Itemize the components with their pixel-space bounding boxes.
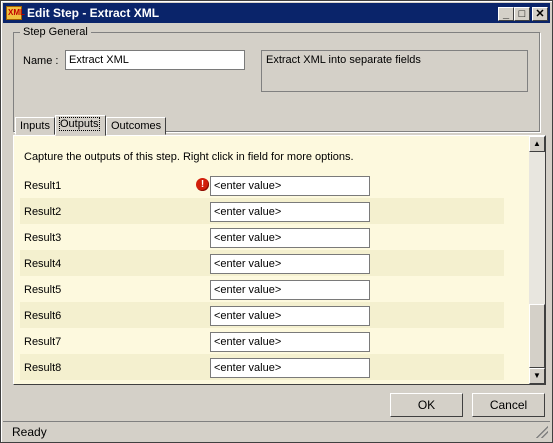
close-button[interactable]: ✕: [532, 7, 548, 21]
output-value-field[interactable]: <enter value>: [210, 254, 370, 274]
scroll-down-arrow-icon[interactable]: ▼: [529, 368, 545, 384]
output-row-partial: [20, 380, 504, 385]
output-value-field[interactable]: <enter value>: [210, 306, 370, 326]
output-value-field[interactable]: <enter value>: [210, 176, 370, 196]
step-general-legend: Step General: [20, 25, 91, 39]
output-row: Result8 <enter value>: [20, 354, 504, 380]
tab-inputs-label: Inputs: [20, 120, 50, 132]
window-title: Edit Step - Extract XML: [27, 6, 160, 20]
description-field[interactable]: Extract XML into separate fields: [261, 50, 528, 92]
xml-step-icon: XML: [6, 6, 25, 20]
outputs-panel: Capture the outputs of this step. Right …: [13, 135, 546, 385]
name-label: Name :: [23, 55, 59, 67]
edit-step-window: XML Edit Step - Extract XML _ □ ✕ Step G…: [0, 0, 553, 443]
output-row-label: Result5: [24, 284, 62, 296]
output-row-label: Result3: [24, 232, 62, 244]
app-icon-text: XML: [8, 8, 25, 17]
minimize-button[interactable]: _: [498, 7, 514, 21]
tab-outcomes-label: Outcomes: [111, 120, 162, 132]
outputs-content: Capture the outputs of this step. Right …: [14, 136, 529, 384]
output-value-field[interactable]: <enter value>: [210, 228, 370, 248]
resize-grip-icon[interactable]: [536, 426, 548, 438]
maximize-button[interactable]: □: [514, 7, 530, 21]
tab-outputs-label: Outputs: [59, 117, 100, 131]
ok-button[interactable]: OK: [390, 393, 463, 417]
output-row: Result1 ! <enter value>: [20, 172, 504, 198]
cancel-button[interactable]: Cancel: [472, 393, 545, 417]
warning-icon: !: [196, 178, 209, 191]
output-row: Result2 <enter value>: [20, 198, 504, 224]
status-bar: Ready: [3, 421, 550, 440]
scroll-thumb[interactable]: [529, 304, 545, 368]
output-row: Result6 <enter value>: [20, 302, 504, 328]
title-bar[interactable]: XML Edit Step - Extract XML _ □ ✕: [3, 3, 550, 23]
output-row: Result3 <enter value>: [20, 224, 504, 250]
output-row-label: Result8: [24, 362, 62, 374]
output-value-field[interactable]: <enter value>: [210, 280, 370, 300]
output-row: Result4 <enter value>: [20, 250, 504, 276]
output-row-label: Result4: [24, 258, 62, 270]
tab-outputs[interactable]: Outputs: [55, 115, 106, 136]
output-row-label: Result7: [24, 336, 62, 348]
status-text: Ready: [12, 425, 47, 439]
output-row-label: Result2: [24, 206, 62, 218]
output-row: Result7 <enter value>: [20, 328, 504, 354]
output-row-label: Result6: [24, 310, 62, 322]
scroll-up-arrow-icon[interactable]: ▲: [529, 136, 545, 152]
outputs-caption: Capture the outputs of this step. Right …: [24, 151, 354, 163]
output-value-field-partial[interactable]: [210, 384, 370, 385]
output-value-field[interactable]: <enter value>: [210, 332, 370, 352]
output-row-label: Result1: [24, 180, 62, 192]
vertical-scrollbar[interactable]: ▲ ▼: [529, 136, 545, 384]
name-input[interactable]: Extract XML: [65, 50, 245, 70]
tab-outcomes[interactable]: Outcomes: [106, 117, 166, 135]
output-value-field[interactable]: <enter value>: [210, 358, 370, 378]
output-value-field[interactable]: <enter value>: [210, 202, 370, 222]
tab-inputs[interactable]: Inputs: [15, 117, 55, 135]
output-row: Result5 <enter value>: [20, 276, 504, 302]
